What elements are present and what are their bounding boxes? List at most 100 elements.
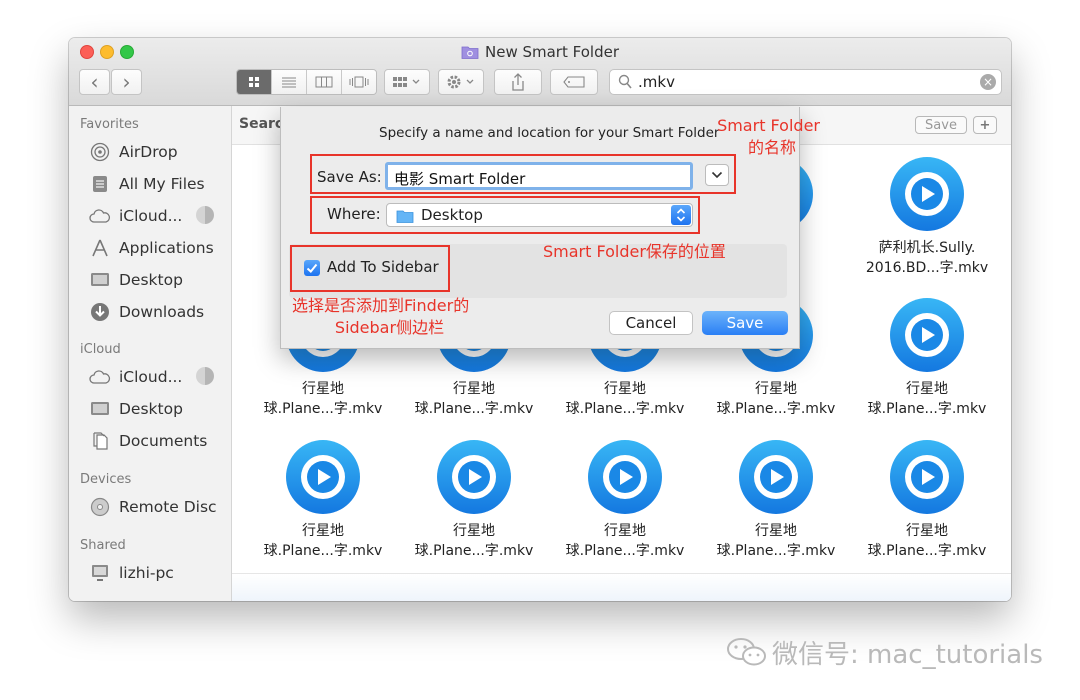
arrange-button[interactable] — [384, 69, 430, 95]
save-search-label: Save — [925, 117, 957, 133]
back-label: ‹ — [90, 70, 99, 94]
documents-icon — [89, 431, 111, 451]
search-scope-label: Searc — [239, 116, 284, 132]
column-view-icon — [315, 76, 333, 88]
video-file-icon — [285, 439, 361, 515]
file-name-line1: 行星地 — [906, 523, 948, 539]
all-my-files-icon — [89, 174, 111, 194]
sidebar-item-icloud-drive[interactable]: iCloud... — [89, 204, 182, 228]
gear-icon — [447, 75, 474, 89]
tags-button[interactable] — [550, 69, 598, 95]
sidebar-item-icloud-drive[interactable]: iCloud... — [89, 365, 182, 389]
window-title-text: New Smart Folder — [485, 43, 619, 61]
video-file-icon — [587, 439, 663, 515]
sidebar-item-icloud-desktop[interactable]: Desktop — [89, 397, 183, 421]
save-button[interactable]: Save — [702, 311, 788, 335]
cloud-icon — [89, 367, 111, 387]
sidebar-item-lizhi-pc[interactable]: lizhi-pc — [89, 561, 174, 585]
file-name: 行星地 球.Plane...字.mkv — [550, 521, 700, 561]
sidebar-item-airdrop[interactable]: AirDrop — [89, 140, 178, 164]
file-name-line2: 球.Plane...字.mkv — [414, 543, 534, 559]
add-criteria-button[interactable]: + — [973, 116, 997, 134]
sidebar-heading-icloud: iCloud — [80, 342, 121, 357]
file-name-line2: 球.Plane...字.mkv — [716, 401, 836, 417]
applications-icon — [89, 238, 111, 258]
back-button[interactable]: ‹ — [79, 69, 110, 95]
search-field[interactable]: .mkv × — [609, 69, 1002, 95]
arrange-icon — [393, 77, 420, 87]
sidebar-item-label: Downloads — [119, 303, 205, 321]
status-bar — [232, 573, 1011, 601]
highlight-where — [310, 196, 700, 234]
watermark-text: 微信号: mac_tutorials — [772, 639, 1043, 670]
file-name: 行星地球.Plane...字.mkv — [852, 521, 1002, 561]
video-file-icon — [889, 439, 965, 515]
file-name: 行星地 球.Plane...字.mkv — [701, 521, 851, 561]
column-view-button[interactable] — [307, 70, 342, 94]
save-search-button[interactable]: Save — [915, 116, 967, 134]
file-name-line1: 行星地 — [755, 381, 797, 397]
remote-disc-icon — [89, 497, 111, 517]
forward-label: › — [122, 70, 131, 94]
file-item[interactable]: 行星地 球.Plane...字.mkv — [701, 439, 851, 561]
file-name: 行星地 球.Plane...字.mkv — [248, 521, 398, 561]
wechat-icon — [727, 638, 766, 666]
smart-folder-icon — [461, 46, 479, 59]
file-item[interactable]: 行星地 球.Plane...字.mkv — [852, 297, 1002, 419]
sidebar-item-applications[interactable]: Applications — [89, 236, 214, 260]
file-name: 行星地球.Plane...字.mkv — [399, 521, 549, 561]
sidebar-heading-favorites: Favorites — [80, 117, 139, 132]
file-name-line2: 球.Plane...字.mkv — [867, 543, 987, 559]
file-name-line1: 行星地 — [302, 381, 344, 397]
file-name-line2: 球.Plane...字.mkv — [263, 401, 383, 417]
cancel-button[interactable]: Cancel — [609, 311, 693, 335]
file-name-line1: 行星地 — [755, 523, 797, 539]
file-name-line1: 行星地 — [453, 381, 495, 397]
file-item[interactable]: 行星地球.Plane...字.mkv — [399, 439, 549, 561]
list-view-button[interactable] — [272, 70, 307, 94]
desktop-icon — [89, 399, 111, 419]
downloads-icon — [89, 302, 111, 322]
sidebar-item-downloads[interactable]: Downloads — [89, 300, 204, 324]
file-name-line1: 行星地 — [604, 381, 646, 397]
highlight-save-as — [310, 154, 736, 194]
list-view-icon — [282, 77, 296, 88]
title-bar: New Smart Folder ‹ › .mkv × — [69, 38, 1011, 106]
file-item[interactable]: 萨利机长.Sully. 2016.BD...字.mkv — [852, 156, 1002, 278]
sidebar-item-documents[interactable]: Documents — [89, 429, 207, 453]
airdrop-icon — [89, 142, 111, 162]
file-name: 萨利机长.Sully. 2016.BD...字.mkv — [852, 238, 1002, 278]
file-name: 行星地球.Plane...字.mkv — [399, 379, 549, 419]
icon-view-icon — [249, 77, 259, 87]
file-name-line1: 萨利机长.Sully. — [878, 240, 976, 256]
forward-button[interactable]: › — [111, 69, 142, 95]
annotation-location: Smart Folder保存的位置 — [543, 242, 726, 261]
file-item[interactable]: 行星地 球.Plane...字.mkv — [550, 439, 700, 561]
file-name: 行星地球.Plane...字.mkv — [248, 379, 398, 419]
icloud-progress-icon — [196, 367, 214, 385]
file-item[interactable]: 行星地 球.Plane...字.mkv — [248, 439, 398, 561]
file-name: 行星地球.Plane...字.mkv — [701, 379, 851, 419]
action-button[interactable] — [438, 69, 484, 95]
file-name-line2: 2016.BD...字.mkv — [865, 260, 989, 276]
sidebar-item-label: Remote Disc — [119, 498, 217, 516]
annotation-name-line1: Smart Folder — [717, 116, 820, 135]
share-icon — [512, 73, 524, 91]
icon-view-button[interactable] — [237, 70, 272, 94]
desktop-icon — [89, 270, 111, 290]
search-input[interactable]: .mkv — [638, 73, 675, 91]
file-item[interactable]: 行星地球.Plane...字.mkv — [852, 439, 1002, 561]
sidebar-item-remote-disc[interactable]: Remote Disc — [89, 495, 217, 519]
share-button[interactable] — [494, 69, 542, 95]
sidebar-item-label: Desktop — [119, 400, 183, 418]
cloud-icon — [89, 206, 111, 226]
cover-flow-button[interactable] — [342, 70, 376, 94]
sidebar-item-desktop[interactable]: Desktop — [89, 268, 183, 292]
sidebar-item-all-my-files[interactable]: All My Files — [89, 172, 205, 196]
clear-search-button[interactable]: × — [980, 74, 996, 90]
video-file-icon — [889, 297, 965, 373]
icloud-progress-icon — [196, 206, 214, 224]
file-name-line2: 球.Plane...字.mkv — [414, 401, 534, 417]
file-name-line1: 行星地 — [453, 523, 495, 539]
file-name: 行星地 球.Plane...字.mkv — [852, 379, 1002, 419]
